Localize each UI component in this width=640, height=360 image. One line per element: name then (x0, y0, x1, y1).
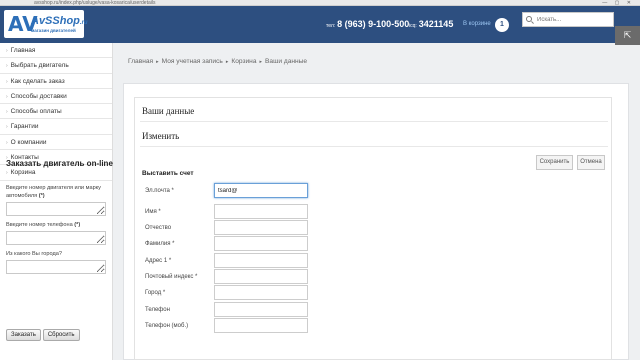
save-button[interactable]: Сохранить (536, 155, 573, 170)
city-field-label: Из какого Вы города? (6, 251, 62, 257)
phone-input[interactable] (214, 302, 308, 317)
middle-name-field[interactable] (214, 220, 308, 235)
breadcrumb: Главная ▸ Моя учетная запись ▸ Корзина ▸ Ваши … (128, 58, 307, 65)
chevron-right-icon: ▸ (156, 59, 159, 65)
sidebar-item-payment[interactable]: › Способы оплаты (0, 104, 112, 120)
chevron-right-icon: › (6, 109, 8, 116)
chevron-right-icon: › (6, 78, 8, 85)
chevron-right-icon: › (6, 170, 8, 177)
phone-field[interactable] (6, 231, 106, 245)
chevron-right-icon: › (6, 139, 8, 146)
phone-field-label: Введите номер телефона (*) (6, 222, 81, 228)
order-online-title: Заказать двигатель on-line (6, 159, 113, 168)
mobile-input[interactable] (214, 318, 308, 333)
logo-tagline: магазин двигателей (31, 28, 76, 33)
chevron-right-icon: › (6, 63, 8, 70)
order-submit-button[interactable]: Заказать (6, 329, 41, 341)
search-input[interactable] (522, 12, 614, 27)
field-label: Почтовый индекс * (145, 274, 198, 280)
logo-name: AvSShop.ru (31, 15, 88, 27)
sidebar-item-about[interactable]: › О компании (0, 135, 112, 151)
breadcrumb-cart[interactable]: Корзина (231, 58, 256, 65)
user-details-box (134, 97, 612, 360)
engine-field-label: Введите номер двигателя или марку автомо… (6, 185, 101, 199)
breadcrumb-current: Ваши данные (265, 58, 308, 65)
field-label: Город * (145, 290, 166, 296)
breadcrumb-home[interactable]: Главная (128, 58, 153, 65)
chevron-right-icon: › (6, 124, 8, 131)
cart-link[interactable]: В корзине (463, 21, 491, 27)
sidebar-item-guarantees[interactable]: › Гарантии (0, 119, 112, 135)
city-field[interactable] (6, 260, 106, 274)
last-name-field[interactable] (214, 236, 308, 251)
chevron-right-icon: ▸ (225, 59, 229, 65)
sidebar-item-choose-engine[interactable]: › Выбрать двигатель (0, 58, 112, 74)
field-label: Отчество (145, 225, 172, 231)
cart-count-badge[interactable]: 1 (495, 18, 509, 32)
page-title: Ваши данные (142, 106, 195, 116)
email-field[interactable] (214, 183, 308, 198)
field-label: Фамилия * (145, 241, 175, 247)
field-label: Имя * (145, 209, 161, 215)
sidebar-item-delivery[interactable]: › Способы доставки (0, 89, 112, 105)
chevron-right-icon: ▸ (259, 59, 263, 65)
address-field[interactable] (214, 253, 308, 268)
city-input[interactable] (214, 285, 308, 300)
chevron-right-icon: › (6, 93, 8, 100)
site-logo[interactable]: AV AvSShop.ru магазин двигателей (4, 10, 88, 38)
first-name-field[interactable] (214, 204, 308, 219)
order-buttons: Заказать Сбросить (6, 329, 82, 341)
breadcrumb-account[interactable]: Моя учетная запись (162, 58, 223, 65)
divider (140, 121, 608, 122)
search-icon (526, 16, 532, 22)
divider (140, 146, 608, 147)
order-reset-button[interactable]: Сбросить (42, 329, 80, 341)
icq-number: icq: 3421145 (409, 19, 454, 29)
field-label: Эл.почта * (145, 188, 174, 194)
engine-field[interactable] (6, 202, 106, 216)
order-online-form: Введите номер двигателя или марку автомо… (6, 184, 108, 274)
phone-number: тел: 8 (963) 9-100-500 (326, 19, 410, 29)
billing-section-title: Выставить счет (142, 170, 194, 177)
field-label: Адрес 1 * (145, 258, 172, 264)
zip-field[interactable] (214, 269, 308, 284)
section-heading-edit: Изменить (142, 131, 180, 141)
sidebar-item-how-to-order[interactable]: › Как сделать заказ (0, 74, 112, 89)
field-label: Телефон (145, 307, 170, 313)
field-label: Телефон (моб.) (145, 323, 189, 329)
exit-icon[interactable]: ⇱ (615, 26, 640, 45)
sidebar-item-home[interactable]: › Главная (0, 43, 112, 59)
chevron-right-icon: › (6, 48, 8, 54)
cancel-button[interactable]: Отмена (577, 155, 605, 170)
